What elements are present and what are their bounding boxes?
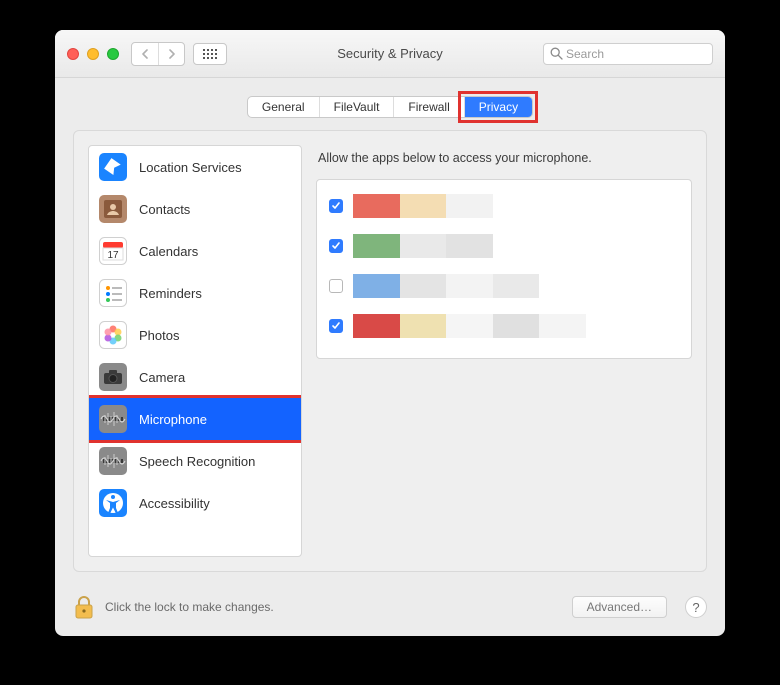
sidebar-item-label: Photos xyxy=(139,328,179,343)
sidebar-item-label: Reminders xyxy=(139,286,202,301)
sidebar-item-speech[interactable]: Speech Recognition xyxy=(89,440,301,482)
content-area: Allow the apps below to access your micr… xyxy=(316,145,692,557)
minimize-window-button[interactable] xyxy=(87,48,99,60)
footer: Click the lock to make changes. Advanced… xyxy=(55,586,725,636)
sidebar-item-reminders[interactable]: Reminders xyxy=(89,272,301,314)
back-button[interactable] xyxy=(132,43,158,65)
search-input[interactable] xyxy=(543,43,713,65)
photos-icon xyxy=(99,321,127,349)
sidebar-item-label: Camera xyxy=(139,370,185,385)
app-checkbox[interactable] xyxy=(329,199,343,213)
app-row xyxy=(317,266,691,306)
location-icon xyxy=(99,153,127,181)
tab-filevault[interactable]: FileVault xyxy=(319,97,394,117)
app-row xyxy=(317,306,691,346)
app-name-redacted xyxy=(353,274,679,298)
sidebar-item-accessibility[interactable]: Accessibility xyxy=(89,482,301,524)
forward-button[interactable] xyxy=(158,43,184,65)
tab-privacy[interactable]: Privacy xyxy=(464,97,532,117)
content-description: Allow the apps below to access your micr… xyxy=(316,145,692,179)
sidebar-item-label: Contacts xyxy=(139,202,190,217)
accessibility-icon xyxy=(99,489,127,517)
grid-icon xyxy=(203,49,217,59)
sidebar-item-location[interactable]: Location Services xyxy=(89,146,301,188)
main-panel: Location Services Contacts 17 Calendars Remi… xyxy=(73,130,707,572)
chevron-left-icon xyxy=(141,49,149,59)
microphone-icon xyxy=(99,405,127,433)
tabs-container: GeneralFileVaultFirewallPrivacy xyxy=(55,78,725,130)
sidebar-item-label: Location Services xyxy=(139,160,242,175)
sidebar-item-camera[interactable]: Camera xyxy=(89,356,301,398)
search-wrap xyxy=(543,43,713,65)
lock-icon[interactable] xyxy=(73,594,95,620)
app-permission-list xyxy=(316,179,692,359)
advanced-button[interactable]: Advanced… xyxy=(572,596,667,618)
sidebar-item-contacts[interactable]: Contacts xyxy=(89,188,301,230)
calendar-icon: 17 xyxy=(99,237,127,265)
titlebar: Security & Privacy xyxy=(55,30,725,78)
help-button[interactable]: ? xyxy=(685,596,707,618)
reminders-icon xyxy=(99,279,127,307)
app-checkbox[interactable] xyxy=(329,239,343,253)
chevron-right-icon xyxy=(168,49,176,59)
preferences-window: Security & Privacy GeneralFileVaultFirew… xyxy=(55,30,725,636)
sidebar-item-label: Microphone xyxy=(139,412,207,427)
app-name-redacted xyxy=(353,194,679,218)
zoom-window-button[interactable] xyxy=(107,48,119,60)
app-name-redacted xyxy=(353,234,679,258)
svg-text:17: 17 xyxy=(107,250,119,261)
contacts-icon xyxy=(99,195,127,223)
sidebar-item-calendars[interactable]: 17 Calendars xyxy=(89,230,301,272)
app-checkbox[interactable] xyxy=(329,319,343,333)
search-icon xyxy=(550,47,563,60)
nav-buttons xyxy=(131,42,185,66)
speech-icon xyxy=(99,447,127,475)
close-window-button[interactable] xyxy=(67,48,79,60)
sidebar-item-microphone[interactable]: Microphone xyxy=(89,398,301,440)
sidebar-item-label: Accessibility xyxy=(139,496,210,511)
show-all-button[interactable] xyxy=(193,43,227,65)
tab-segmented-control: GeneralFileVaultFirewallPrivacy xyxy=(247,96,533,118)
sidebar-item-label: Speech Recognition xyxy=(139,454,255,469)
tab-general[interactable]: General xyxy=(248,97,319,117)
privacy-sidebar: Location Services Contacts 17 Calendars Remi… xyxy=(88,145,302,557)
app-row xyxy=(317,226,691,266)
app-name-redacted xyxy=(353,314,679,338)
traffic-lights xyxy=(67,48,119,60)
camera-icon xyxy=(99,363,127,391)
sidebar-item-photos[interactable]: Photos xyxy=(89,314,301,356)
app-row xyxy=(317,186,691,226)
tab-firewall[interactable]: Firewall xyxy=(393,97,463,117)
lock-text: Click the lock to make changes. xyxy=(105,600,274,614)
sidebar-item-label: Calendars xyxy=(139,244,198,259)
app-checkbox[interactable] xyxy=(329,279,343,293)
